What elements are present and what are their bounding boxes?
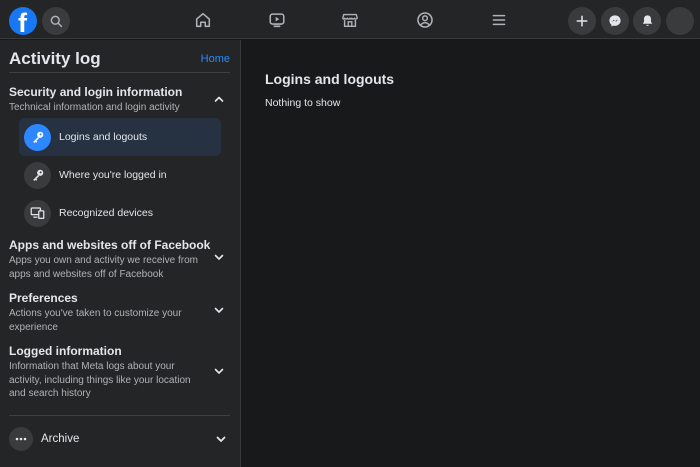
page-title: Logins and logouts	[265, 71, 395, 87]
chevron-down-icon[interactable]	[213, 251, 225, 263]
more-dots-icon	[9, 427, 33, 451]
archive-label: Archive	[41, 433, 80, 445]
search-icon	[50, 15, 62, 27]
notifications-button[interactable]	[633, 7, 661, 35]
section-subtitle: Information that Meta logs about your ac…	[9, 361, 191, 399]
notifications-icon	[642, 15, 652, 26]
marketplace-icon	[342, 13, 358, 28]
top-navigation-bar: f	[0, 0, 700, 39]
facebook-logo[interactable]: f	[9, 7, 37, 35]
section-security-and-login[interactable]: Security and login information Technical…	[9, 85, 231, 115]
section-preferences[interactable]: Preferences Actions you've taken to cust…	[9, 291, 231, 334]
sidebar-item-recognized-devices[interactable]: Recognized devices	[19, 194, 221, 232]
activity-log-sidebar: Activity log Home Security and login inf…	[0, 40, 241, 467]
empty-state-text: Nothing to show	[265, 97, 341, 109]
key-icon	[24, 161, 51, 189]
chevron-up-icon[interactable]	[213, 93, 225, 105]
search-button[interactable]	[42, 7, 70, 35]
divider	[9, 415, 230, 416]
chevron-down-icon[interactable]	[213, 304, 225, 316]
home-icon	[195, 12, 211, 28]
sidebar-item-logins-and-logouts[interactable]: Logins and logouts	[19, 118, 221, 156]
messenger-icon	[609, 15, 621, 27]
section-apps-and-websites[interactable]: Apps and websites off of Facebook Apps y…	[9, 238, 231, 281]
section-title: Security and login information	[9, 85, 183, 99]
nav-marketplace-button[interactable]	[339, 9, 361, 31]
groups-icon	[417, 12, 433, 28]
key-icon	[24, 123, 51, 151]
devices-icon	[24, 199, 51, 227]
sidebar-title: Activity log	[9, 49, 101, 68]
sidebar-item-where-logged-in[interactable]: Where you're logged in	[19, 156, 221, 194]
section-title: Logged information	[9, 344, 122, 358]
create-icon	[576, 15, 588, 27]
section-subtitle: Technical information and login activity	[9, 102, 180, 113]
menu-icon	[492, 14, 506, 26]
messenger-button[interactable]	[601, 7, 629, 35]
divider	[9, 72, 230, 73]
home-link[interactable]: Home	[201, 53, 230, 65]
chevron-down-icon[interactable]	[213, 365, 225, 377]
sidebar-item-label: Logins and logouts	[59, 131, 148, 143]
watch-icon	[269, 13, 285, 28]
sidebar-item-label: Where you're logged in	[59, 169, 167, 181]
section-title: Preferences	[9, 291, 78, 305]
sidebar-item-archive[interactable]: Archive	[9, 426, 231, 452]
section-subtitle: Actions you've taken to customize your e…	[9, 308, 182, 333]
nav-home-button[interactable]	[192, 9, 214, 31]
section-title: Apps and websites off of Facebook	[9, 238, 211, 252]
section-subtitle: Apps you own and activity we receive fro…	[9, 255, 198, 280]
section-logged-information[interactable]: Logged information Information that Meta…	[9, 344, 231, 401]
nav-groups-button[interactable]	[414, 9, 436, 31]
nav-menu-button[interactable]	[488, 9, 510, 31]
account-avatar[interactable]	[666, 7, 694, 35]
chevron-down-icon[interactable]	[215, 433, 227, 445]
sidebar-item-label: Recognized devices	[59, 207, 153, 219]
nav-watch-button[interactable]	[266, 9, 288, 31]
create-button[interactable]	[568, 7, 596, 35]
